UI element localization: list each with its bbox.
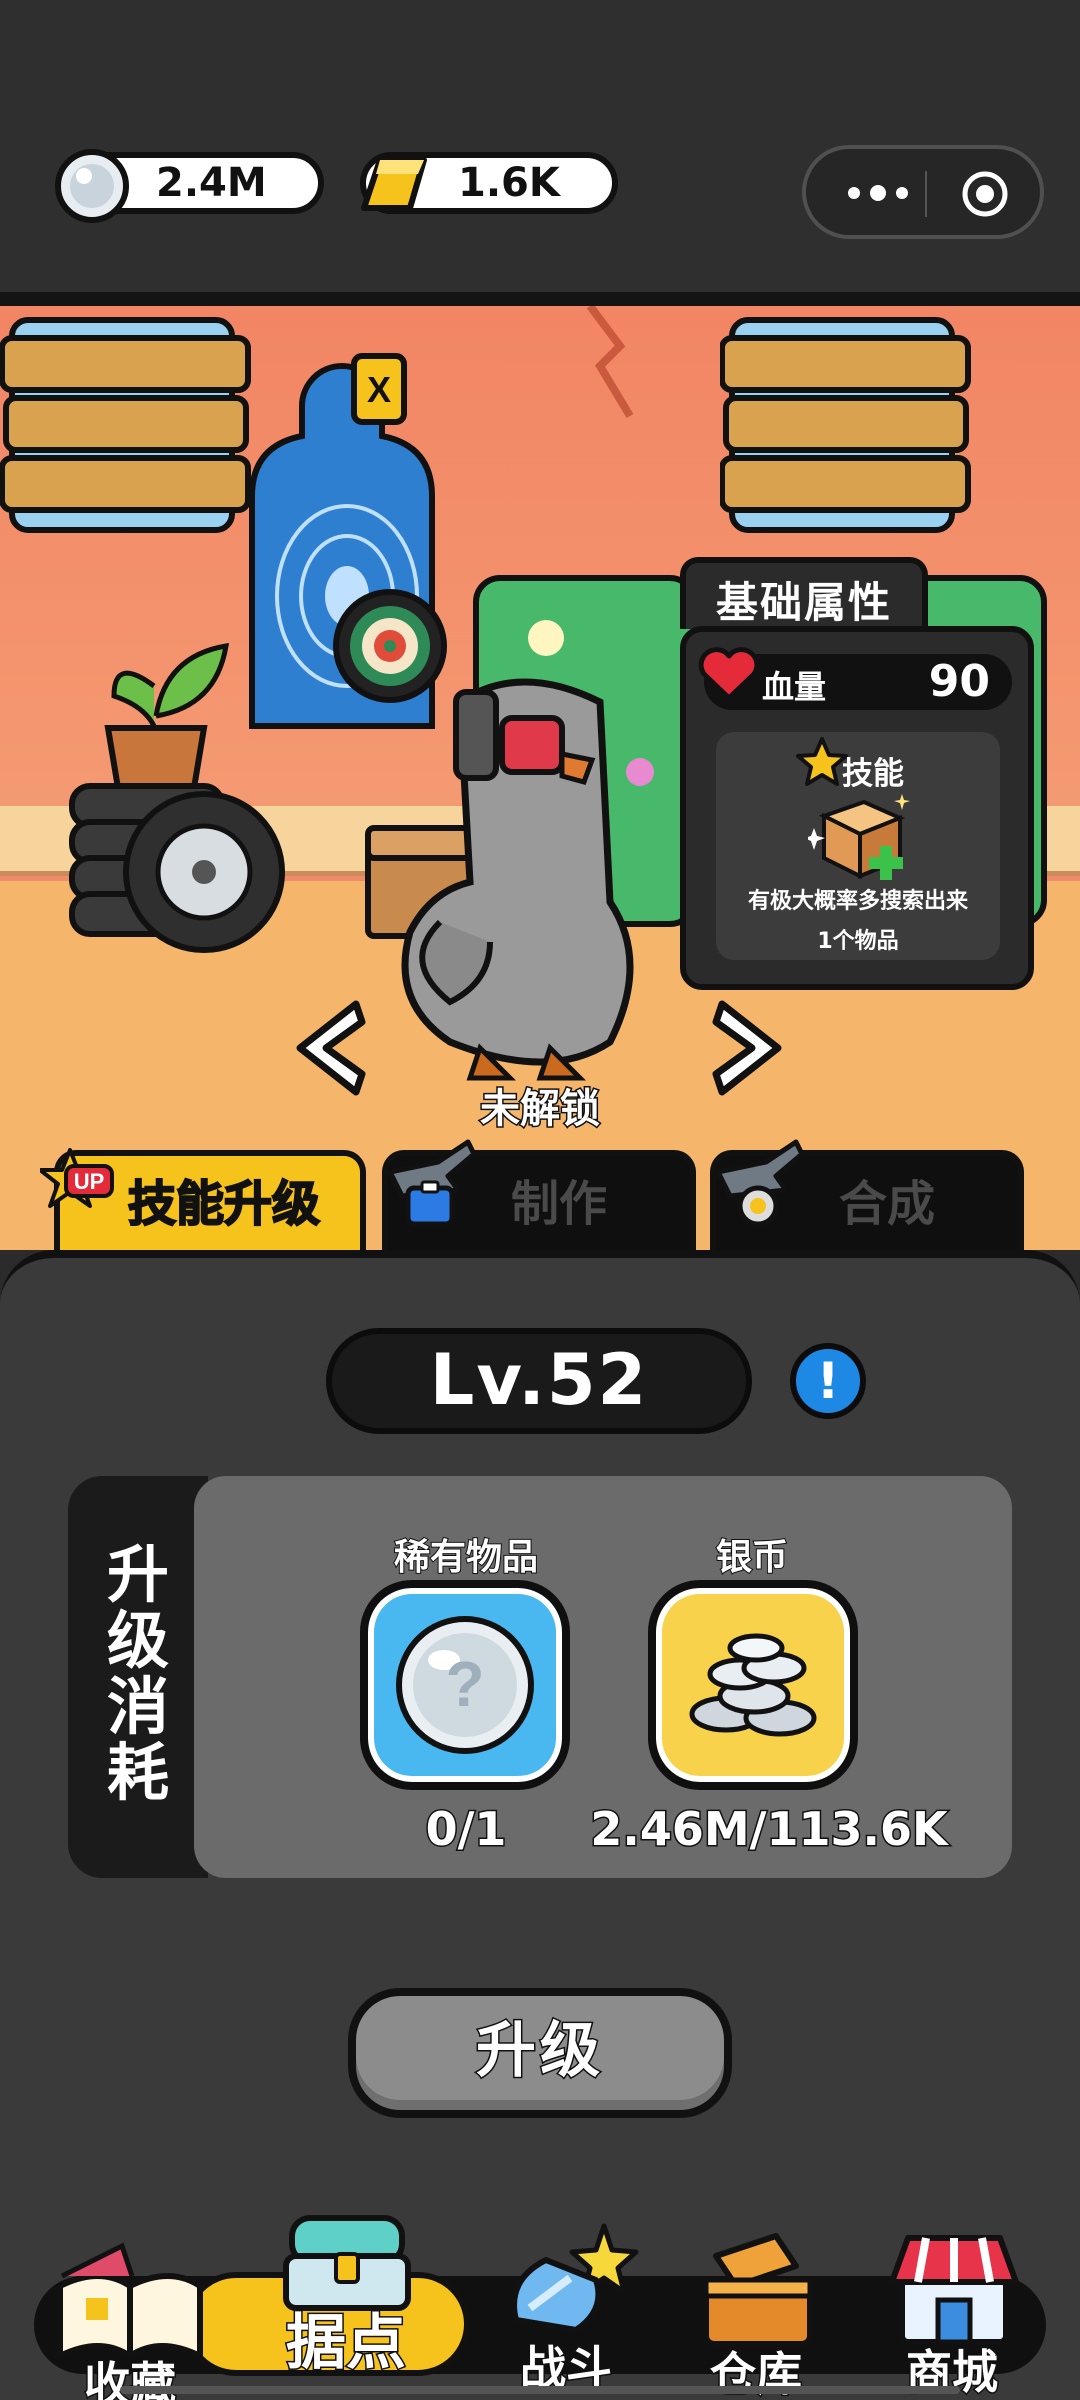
upgrade-button[interactable]: 升级: [348, 1988, 732, 2118]
mystery-orb-icon: ?: [396, 1616, 534, 1754]
hp-value: 90: [928, 656, 990, 707]
wall-crack-icon: [586, 306, 634, 419]
rare-item-count: 0/1: [424, 1801, 508, 1858]
skill-box: 技能 有极大概率多搜索出来 1个物品: [716, 732, 1000, 960]
mini-program-capsule: [802, 145, 1044, 239]
rare-item-title: 稀有物品: [393, 1536, 539, 1579]
previous-character-arrow-icon[interactable]: [286, 996, 368, 1100]
capsule-divider: [925, 171, 927, 217]
rare-item-slot[interactable]: ?: [360, 1580, 570, 1790]
gold-bar-icon: [361, 157, 427, 211]
tab-craft-label: 制作: [510, 1176, 607, 1232]
hp-label: 血量: [762, 668, 827, 706]
boarded-window-icon: [720, 317, 971, 533]
next-character-arrow-icon[interactable]: [710, 996, 792, 1100]
nav-item-collection[interactable]: 收藏: [40, 2236, 220, 2400]
silver-coin-count: 2.46M/113.6K: [589, 1801, 949, 1858]
storage-box-icon: [703, 2233, 813, 2347]
home-indicator: [120, 2386, 960, 2394]
tab-merge-label: 合成: [838, 1176, 935, 1232]
top-bar-divider: [0, 292, 1080, 306]
nav-item-battle[interactable]: 战斗: [476, 2220, 656, 2400]
character-lock-status: 未解锁: [479, 1085, 602, 1134]
tab-craft[interactable]: 制作: [382, 1139, 696, 1260]
hp-row: 血量 90: [698, 647, 1012, 710]
nav-item-stronghold-label: 据点: [285, 2307, 408, 2380]
silver-currency[interactable]: 2.4M: [55, 149, 324, 223]
svg-text:?: ?: [445, 1648, 484, 1720]
silver-coin-slot[interactable]: [648, 1580, 858, 1790]
upgrade-cost-label: 升 级 消 耗: [88, 1542, 188, 1806]
battle-icon: [511, 2223, 639, 2333]
boarded-window-icon: [0, 317, 251, 533]
upgrade-cost-sidebar: 升 级 消 耗: [68, 1476, 208, 1878]
svg-text:X: X: [367, 369, 391, 410]
shop-icon: [889, 2235, 1019, 2345]
upgrade-cost-items: 稀有物品 ? 0/1 银币 2.46M/113.6K: [194, 1476, 1012, 1878]
nav-item-storage[interactable]: 仓库: [666, 2226, 846, 2400]
heart-icon: [698, 647, 760, 701]
skill-description-line2: 1个物品: [817, 929, 899, 954]
upgrade-cost-label-char: 耗: [106, 1736, 169, 1809]
gold-amount: 1.6K: [458, 160, 560, 206]
tires-and-plant-icon: [69, 642, 285, 953]
attributes-title-tab: 基础属性: [680, 557, 928, 629]
target-circle-icon[interactable]: [960, 169, 1010, 219]
nav-item-shop[interactable]: 商城: [862, 2224, 1042, 2400]
attributes-title: 基础属性: [715, 578, 892, 627]
tab-merge[interactable]: 合成: [710, 1139, 1024, 1260]
info-button[interactable]: !: [790, 1343, 866, 1419]
silver-amount: 2.4M: [156, 160, 267, 206]
book-icon: [57, 2242, 203, 2359]
level-display: Lv.52: [326, 1328, 752, 1434]
tab-skill-upgrade[interactable]: UP 技能升级: [40, 1148, 366, 1260]
extra-item-box-icon: [808, 794, 910, 880]
svg-text:UP: UP: [74, 1169, 105, 1194]
skill-description-line1: 有极大概率多搜索出来: [747, 889, 968, 914]
more-dots-icon[interactable]: [838, 173, 918, 213]
nav-item-stronghold[interactable]: 据点: [256, 2198, 436, 2380]
duck-character-icon[interactable]: [390, 662, 650, 1092]
tab-skill-upgrade-label: 技能升级: [127, 1175, 321, 1233]
silver-coins-icon: [689, 1633, 817, 1737]
silver-orb-icon: [55, 149, 129, 223]
skill-label: 技能: [842, 756, 904, 792]
upgrade-cost-area: 升 级 消 耗 稀有物品 ? 0/1 银币 2.46M/113.6K: [68, 1476, 1012, 1878]
attributes-panel: 血量 90 技能 有极大概率多搜索出来 1个物品: [680, 626, 1034, 990]
anvil-merge-icon: [715, 1139, 805, 1227]
upgrade-cost-label-char: 升: [106, 1538, 169, 1611]
upgrade-cost-label-char: 级: [106, 1604, 169, 1677]
silver-coin-title: 银币: [715, 1536, 789, 1579]
up-badge-icon: UP: [40, 1148, 114, 1208]
anvil-craft-icon: [387, 1139, 477, 1227]
gold-currency[interactable]: 1.6K: [360, 152, 618, 214]
skill-description: 有极大概率多搜索出来 1个物品: [716, 882, 1000, 962]
upgrade-cost-label-char: 消: [106, 1670, 169, 1743]
info-icon: !: [816, 1352, 840, 1410]
